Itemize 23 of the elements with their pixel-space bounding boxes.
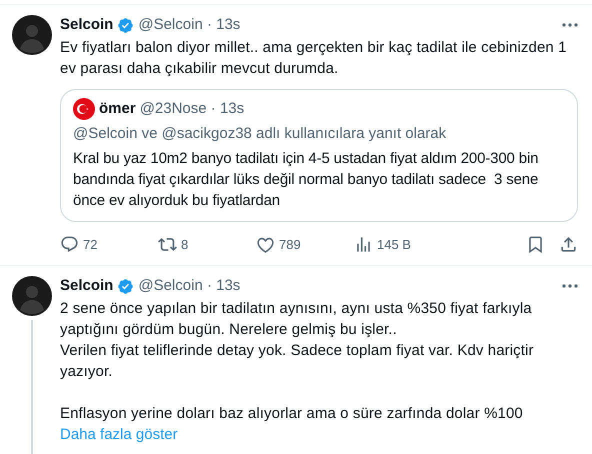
- quote-text: Kral bu yaz 10m2 banyo tadilatı için 4-5 ustadan fiyat aldım 200-300 bin bandında fiyat çıkardılar lüks değil normal banyo tadilatı sadece 3 sene önce ev alıyorduk bu fiyatlardan: [73, 149, 540, 211]
- author-handle-time: @23Nose · 13s: [140, 99, 244, 119]
- more-icon[interactable]: [562, 284, 578, 288]
- bar-chart-icon: [354, 234, 373, 254]
- more-icon[interactable]: [562, 23, 578, 27]
- author-handle-time: @Selcoin · 13s: [138, 276, 240, 296]
- views-button[interactable]: 145 B: [354, 234, 512, 254]
- reply-button[interactable]: 72: [60, 234, 158, 254]
- avatar[interactable]: [12, 15, 52, 55]
- avatar[interactable]: [12, 276, 52, 316]
- author-name[interactable]: Selcoin: [60, 15, 114, 35]
- author-name[interactable]: Selcoin: [60, 276, 114, 296]
- reply-icon: [60, 234, 79, 254]
- tweet-text: 2 sene önce yapılan bir tadilatın aynısını, aynı usta %350 fiyat farkıyla yaptığını gördüm bugün. Nerelere gelmiş bu işler.. Verilen fiyat teliflerinde detay yok. Sadece toplam fiyat var. Kdv hariçtir yazıyor. Enflasyon yerine doları baz alıyorlar ama o süre zarfında dolar %100: [60, 299, 535, 424]
- like-button[interactable]: 789: [256, 234, 354, 254]
- reply-context: @Selcoin ve @sacikgoz38 adlı kullanıcılara yanıt olarak: [73, 124, 448, 144]
- tweet-text: Ev fiyatları balon diyor millet.. ama gerçekten bir kaç tadilat ile cebinizden 1 ev parası daha çıkabilir mevcut durumda.: [60, 38, 568, 79]
- author-handle-time: @Selcoin · 13s: [138, 15, 240, 35]
- share-icon[interactable]: [559, 234, 578, 254]
- bookmark-icon[interactable]: [526, 234, 545, 254]
- flag-avatar[interactable]: [73, 98, 95, 120]
- retweet-button[interactable]: 8: [158, 234, 256, 254]
- author-name[interactable]: ömer: [99, 99, 136, 119]
